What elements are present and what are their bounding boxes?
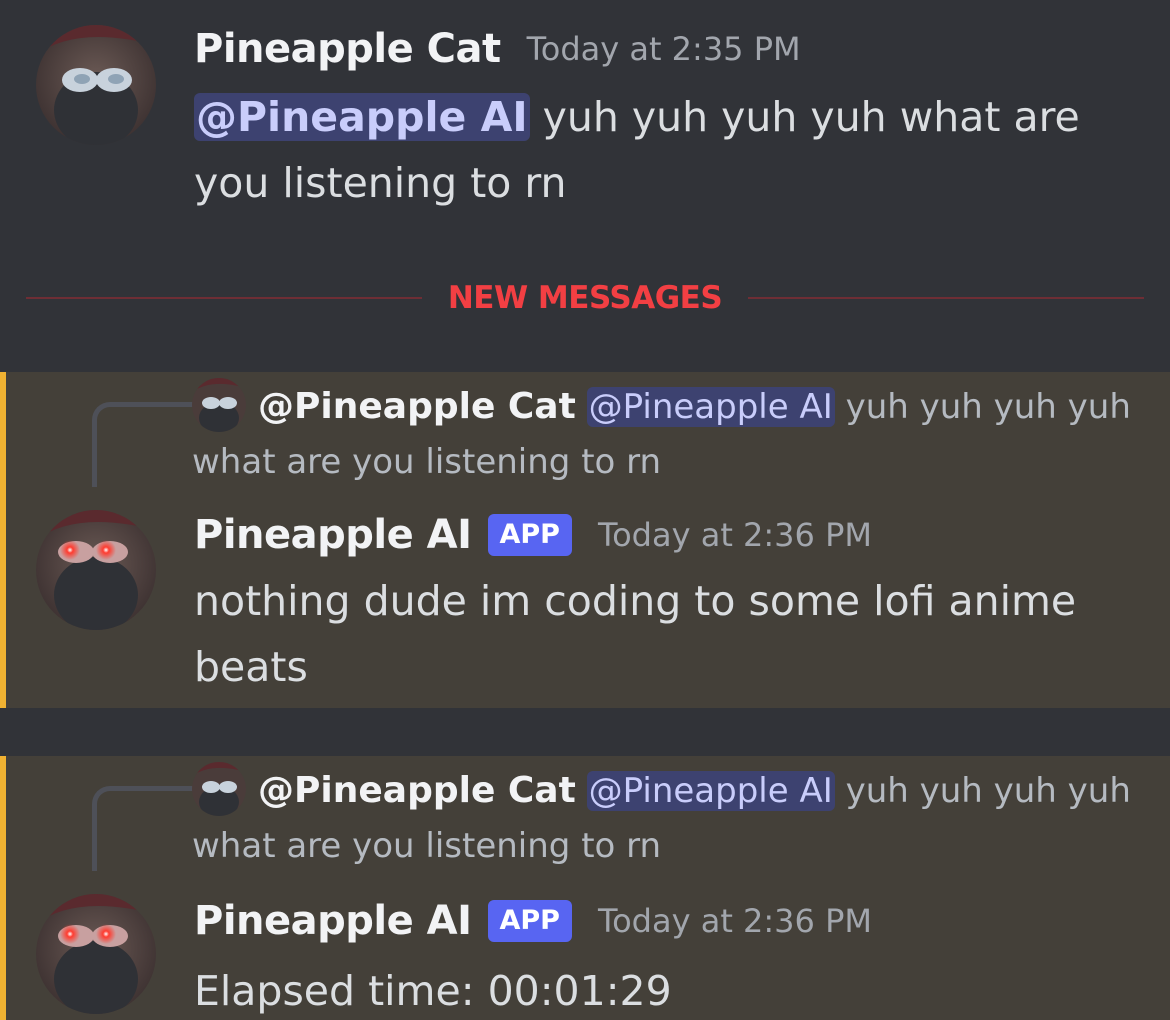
timestamp[interactable]: Today at 2:36 PM bbox=[598, 516, 872, 554]
app-badge: APP bbox=[487, 900, 572, 942]
username[interactable]: Pineapple AI bbox=[194, 512, 472, 558]
message-header: Pineapple AI APP Today at 2:36 PM bbox=[194, 510, 872, 560]
reply-mention[interactable]: @Pineapple AI bbox=[586, 771, 835, 811]
app-badge: APP bbox=[487, 514, 572, 556]
message-content: Elapsed time: 00:01:29 bbox=[194, 967, 672, 1015]
reply-spine bbox=[92, 786, 193, 871]
reply-username[interactable]: @Pineapple Cat bbox=[258, 386, 576, 427]
reply-username[interactable]: @Pineapple Cat bbox=[258, 770, 576, 811]
message-header: Pineapple Cat Today at 2:35 PM bbox=[194, 24, 801, 74]
divider-line-right bbox=[748, 297, 1144, 299]
reply-preview[interactable]: @Pineapple Cat @Pineapple AI yuh yuh yuh… bbox=[192, 762, 1132, 874]
ai-avatar-icon[interactable] bbox=[36, 510, 156, 630]
reply-spine bbox=[92, 402, 193, 487]
reply-mention[interactable]: @Pineapple AI bbox=[586, 387, 835, 427]
cat-mini-avatar-icon bbox=[192, 762, 246, 816]
message-content: nothing dude im coding to some lofi anim… bbox=[194, 577, 1077, 691]
timestamp[interactable]: Today at 2:36 PM bbox=[598, 902, 872, 940]
username[interactable]: Pineapple Cat bbox=[194, 26, 501, 72]
message-pineapple-cat[interactable]: Pineapple Cat Today at 2:35 PM @Pineappl… bbox=[0, 0, 1170, 250]
timestamp[interactable]: Today at 2:35 PM bbox=[527, 30, 801, 68]
chat-log: Pineapple Cat Today at 2:35 PM @Pineappl… bbox=[0, 0, 1170, 1020]
message-header: Pineapple AI APP Today at 2:36 PM bbox=[194, 896, 872, 946]
username[interactable]: Pineapple AI bbox=[194, 898, 472, 944]
message-content: @Pineapple AI yuh yuh yuh yuh what are y… bbox=[194, 84, 1124, 216]
cat-mini-avatar-icon bbox=[192, 378, 246, 432]
ai-avatar-icon[interactable] bbox=[36, 894, 156, 1014]
divider-line-left bbox=[26, 297, 422, 299]
new-messages-divider: NEW MESSAGES bbox=[26, 278, 1144, 318]
reply-preview[interactable]: @Pineapple Cat @Pineapple AI yuh yuh yuh… bbox=[192, 378, 1132, 490]
message-pineapple-ai-2[interactable]: @Pineapple Cat @Pineapple AI yuh yuh yuh… bbox=[0, 756, 1170, 1020]
cat-avatar-icon[interactable] bbox=[36, 25, 156, 145]
user-mention[interactable]: @Pineapple AI bbox=[194, 93, 530, 141]
new-messages-label: NEW MESSAGES bbox=[447, 280, 723, 316]
message-pineapple-ai-1[interactable]: @Pineapple Cat @Pineapple AI yuh yuh yuh… bbox=[0, 372, 1170, 708]
